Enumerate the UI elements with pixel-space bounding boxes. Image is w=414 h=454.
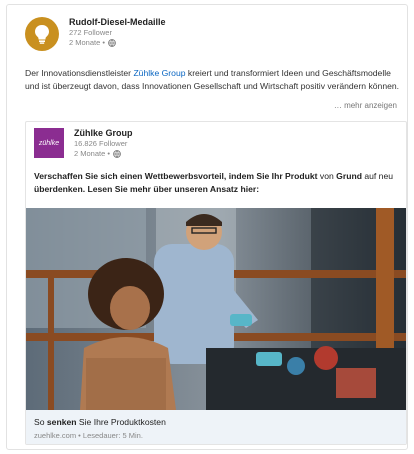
post-time-label: 2 Monate • [69,38,105,47]
shared-text-4: auf neu [361,171,394,181]
article-source: zuehlke.com • Lesedauer: 5 Min. [34,431,143,440]
feed-post-card: Rudolf-Diesel-Medaille 272 Follower 2 Mo… [6,4,408,450]
article-link[interactable]: So senken Sie Ihre Produktkosten zuehlke… [26,410,406,444]
article-title-suffix: Sie Ihre Produktkosten [76,417,166,427]
avatar[interactable] [25,17,59,51]
post-time: 2 Monate • [69,38,166,48]
article-image[interactable] [26,208,406,410]
shared-text-bold-1: Verschaffen Sie sich einen Wettbewerbsvo… [34,171,318,181]
office-photo [26,208,406,410]
shared-text-bold-3: Grund [336,171,362,181]
shared-author-name[interactable]: Zühlke Group [74,128,133,139]
shared-follower-count: 16.826 Follower [74,139,128,148]
shared-post-text: Verschaffen Sie sich einen Wettbewerbsvo… [34,170,402,195]
shared-post[interactable]: zühlke Zühlke Group 16.826 Follower 2 Mo… [25,121,407,445]
article-title[interactable]: So senken Sie Ihre Produktkosten [34,416,400,428]
see-more-button[interactable]: … mehr anzeigen [334,101,397,110]
shared-text-bold-5: überdenken. Lesen Sie mehr über unseren … [34,183,260,194]
globe-icon [108,39,116,47]
company-mention-link[interactable]: Zühlke Group [133,68,185,78]
company-logo[interactable]: zühlke [34,128,64,158]
shared-text-2: von [317,171,337,181]
globe-icon [113,150,121,158]
lightbulb-icon [35,25,49,44]
article-title-bold: senken [46,417,77,427]
shared-post-time-label: 2 Monate • [74,149,110,158]
article-title-prefix: So [34,417,47,427]
post-text: Der Innovationsdienstleister Zühlke Grou… [25,67,403,92]
follower-count: 272 Follower [69,28,112,37]
shared-post-time: 2 Monate • [74,149,133,159]
shared-post-author[interactable]: zühlke Zühlke Group 16.826 Follower 2 Mo… [34,128,133,159]
company-logo-text: zühlke [38,139,60,147]
post-text-prefix: Der Innovationsdienstleister [25,68,134,78]
post-author[interactable]: Rudolf-Diesel-Medaille 272 Follower 2 Mo… [25,17,166,57]
author-name[interactable]: Rudolf-Diesel-Medaille [69,17,166,28]
